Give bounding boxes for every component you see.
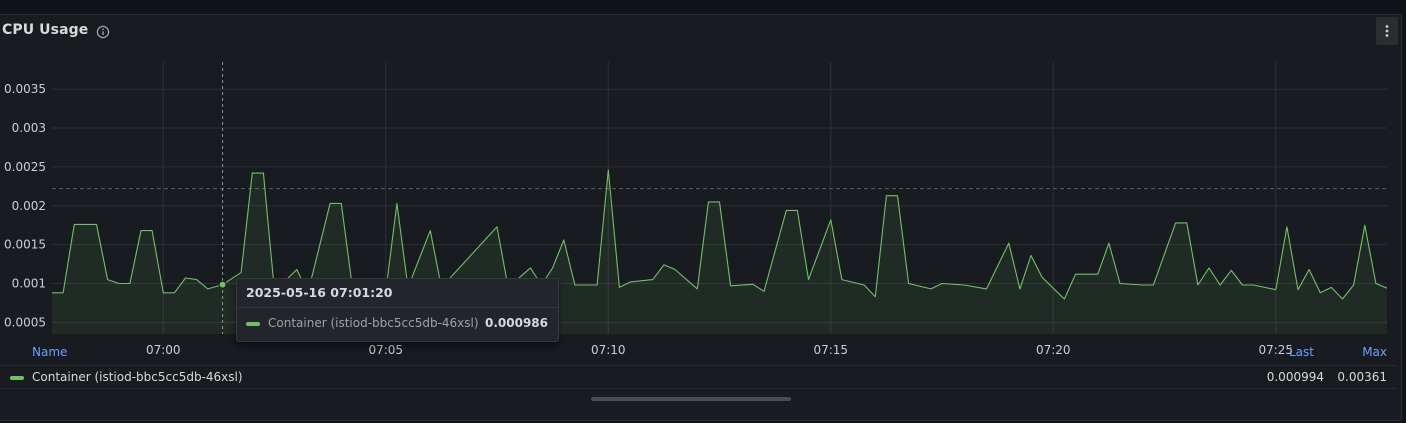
tooltip-divider bbox=[237, 307, 558, 308]
hover-tooltip: 2025-05-16 07:01:20 Container (istiod-bb… bbox=[236, 278, 559, 342]
legend-header-name[interactable]: Name bbox=[32, 345, 67, 359]
y-tick-label: 0.003 bbox=[12, 121, 46, 135]
legend-row[interactable]: Container (istiod-bbc5cc5db-46xsl) 0.000… bbox=[0, 365, 1397, 389]
legend-series-swatch bbox=[10, 376, 24, 380]
x-tick-label: 07:05 bbox=[368, 343, 403, 357]
tooltip-series-name: Container (istiod-bbc5cc5db-46xsl) bbox=[268, 316, 479, 330]
hover-point bbox=[218, 280, 227, 289]
x-tick-label: 07:10 bbox=[591, 343, 626, 357]
legend-series-last: 0.000994 bbox=[1266, 370, 1324, 384]
y-tick-label: 0.001 bbox=[12, 276, 46, 290]
y-tick-label: 0.002 bbox=[12, 199, 46, 213]
cpu-usage-chart[interactable]: 0.0005 0.001 0.0015 0.002 0.0025 0.003 0.0035 0… bbox=[0, 0, 1406, 365]
x-tick-label: 07:20 bbox=[1036, 343, 1071, 357]
x-tick-label: 07:15 bbox=[813, 343, 848, 357]
y-tick-label: 0.0015 bbox=[4, 238, 46, 252]
legend-scrollbar[interactable] bbox=[591, 397, 791, 401]
y-tick-label: 0.0005 bbox=[4, 315, 46, 329]
legend-series-name[interactable]: Container (istiod-bbc5cc5db-46xsl) bbox=[32, 370, 243, 384]
tooltip-time: 2025-05-16 07:01:20 bbox=[246, 285, 393, 300]
tooltip-value: 0.000986 bbox=[484, 316, 548, 330]
y-tick-label: 0.0035 bbox=[4, 82, 46, 96]
y-tick-label: 0.0025 bbox=[4, 160, 46, 174]
x-tick-label: 07:00 bbox=[146, 343, 181, 357]
legend-series-max: 0.00361 bbox=[1337, 370, 1387, 384]
tooltip-series-swatch bbox=[246, 322, 260, 326]
legend-header-last[interactable]: Last bbox=[1282, 345, 1314, 359]
legend-header-max[interactable]: Max bbox=[1352, 345, 1387, 359]
